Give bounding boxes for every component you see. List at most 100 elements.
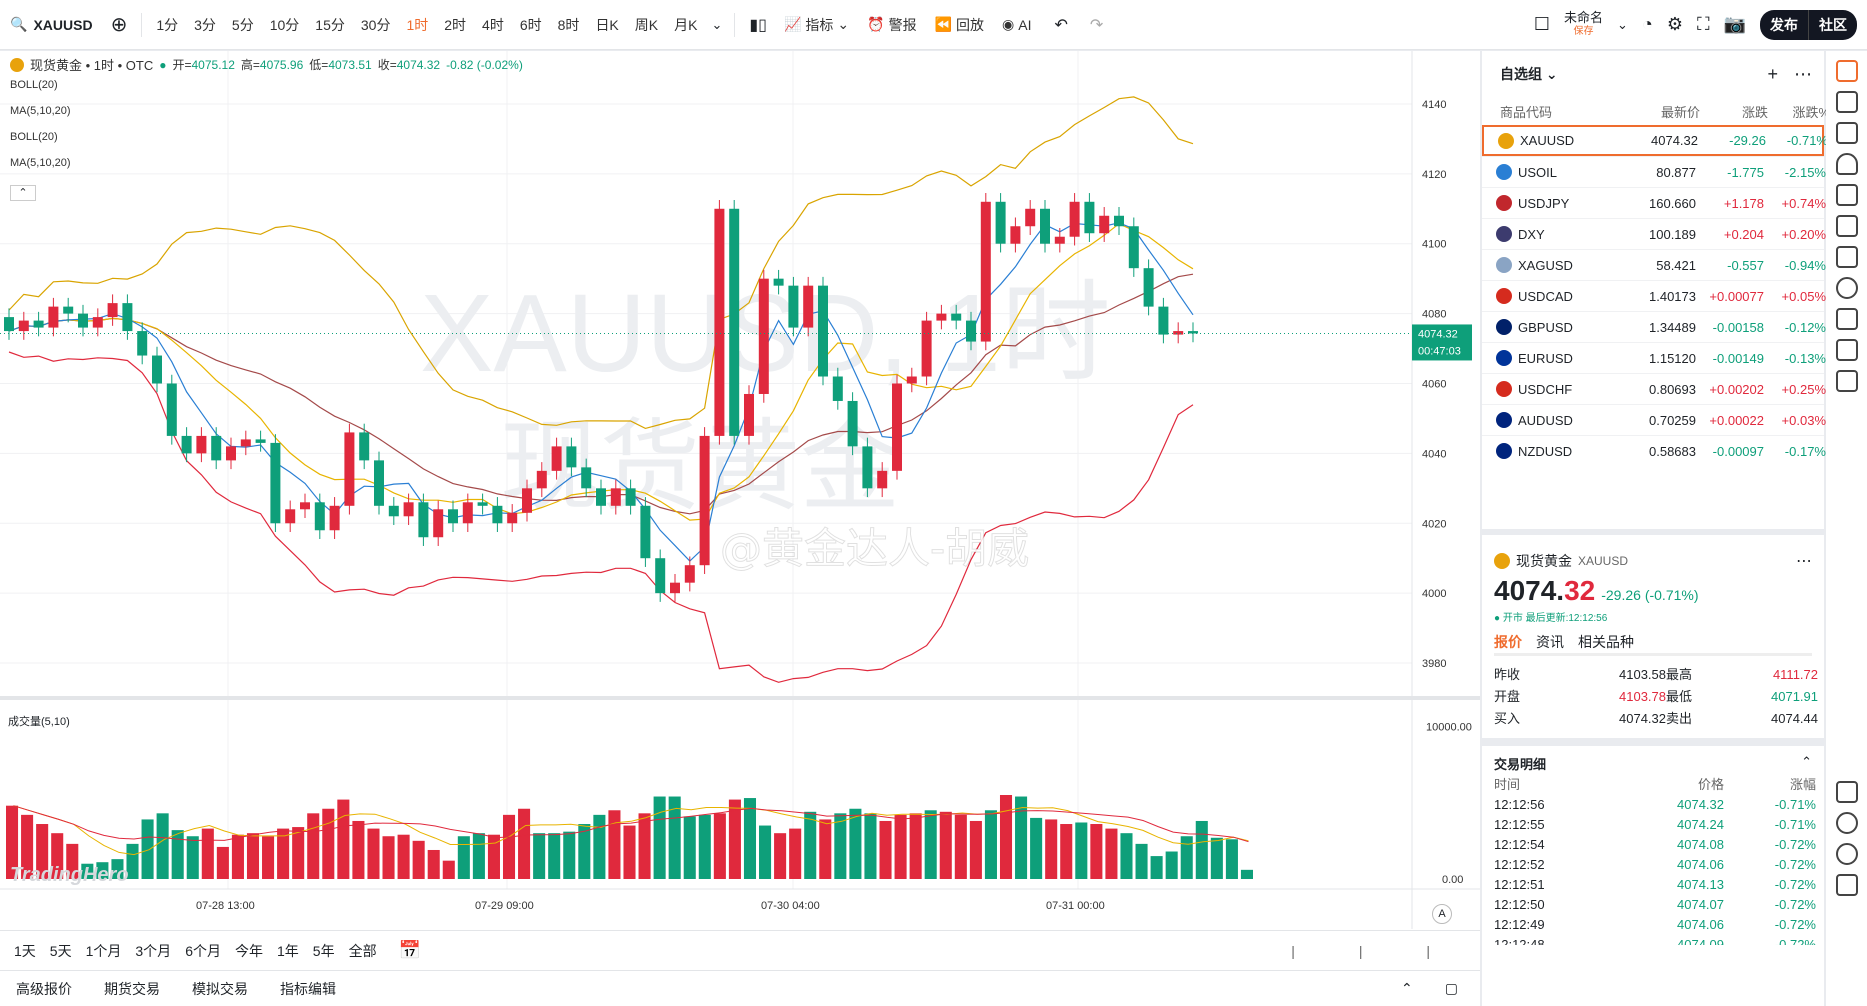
fullscreen-icon[interactable]: ⛶	[1697, 14, 1710, 35]
watchlist-row[interactable]: EURUSD 1.15120 -0.00149 -0.13%	[1482, 342, 1826, 373]
candle[interactable]	[581, 467, 592, 489]
volume-bar[interactable]	[518, 808, 531, 879]
volume-bar[interactable]	[457, 836, 470, 879]
candle[interactable]	[181, 435, 192, 454]
volume-bar[interactable]	[231, 834, 244, 879]
candle[interactable]	[1025, 208, 1036, 227]
candle[interactable]	[359, 432, 370, 461]
volume-bar[interactable]	[322, 808, 335, 879]
symbol-search[interactable]: 🔍 XAUUSD	[0, 16, 103, 33]
replay-button[interactable]: ⏪ 回放	[926, 15, 993, 35]
candle[interactable]	[374, 460, 384, 506]
candle[interactable]	[1069, 201, 1080, 237]
candle[interactable]	[433, 509, 444, 538]
candle[interactable]	[832, 376, 843, 401]
chevron-down-icon[interactable]: ⌄	[1617, 17, 1628, 33]
bottom-tab[interactable]: 指标编辑	[280, 979, 336, 999]
watchlist-row[interactable]: AUDUSD 0.70259 +0.00022 +0.03%	[1482, 404, 1826, 435]
more-icon[interactable]: ⋯	[1796, 551, 1812, 571]
candle[interactable]	[610, 488, 621, 506]
volume-bar[interactable]	[789, 828, 802, 879]
redo-icon[interactable]: ↷	[1082, 15, 1111, 35]
watchlist-row[interactable]: USDJPY 160.660 +1.178 +0.74%	[1482, 187, 1826, 218]
volume-bar[interactable]	[1180, 836, 1193, 879]
range-option[interactable]: 6个月	[185, 941, 221, 961]
volume-bar[interactable]	[1030, 817, 1043, 879]
candle[interactable]	[788, 285, 799, 328]
indicator-label[interactable]: BOLL(20)	[10, 79, 58, 91]
chart-line-icon[interactable]	[1835, 370, 1858, 392]
volume-bar[interactable]	[894, 814, 907, 879]
candle[interactable]	[418, 502, 429, 538]
volume-bar[interactable]	[307, 813, 320, 879]
candle[interactable]	[758, 278, 769, 394]
candle[interactable]	[522, 488, 532, 513]
candle[interactable]	[625, 488, 636, 506]
volume-bar[interactable]	[201, 828, 214, 879]
bell-icon[interactable]	[1835, 153, 1858, 175]
candle[interactable]	[122, 303, 133, 332]
candle[interactable]	[1040, 208, 1050, 244]
candle[interactable]	[329, 505, 340, 531]
chevron-down-icon[interactable]: ⌄	[705, 17, 728, 33]
candle[interactable]	[226, 446, 236, 461]
volume-bar[interactable]	[1060, 824, 1073, 879]
volume-bar[interactable]	[593, 814, 606, 879]
candle[interactable]	[847, 400, 858, 447]
camera-icon[interactable]: 📷	[1724, 14, 1746, 35]
help-icon[interactable]	[1835, 843, 1858, 865]
candle[interactable]	[803, 285, 814, 328]
volume-bar[interactable]	[954, 814, 967, 879]
volume-bar[interactable]	[999, 795, 1013, 879]
candle[interactable]	[1173, 331, 1184, 335]
timeframe-5[interactable]: 30分	[353, 15, 399, 35]
volume-bar[interactable]	[1090, 824, 1103, 879]
candle[interactable]	[403, 502, 414, 517]
candle[interactable]	[536, 470, 547, 489]
watchlist-row[interactable]: USDCAD 1.40173 +0.00077 +0.05%	[1482, 280, 1826, 311]
timeframe-4[interactable]: 15分	[307, 15, 353, 35]
candle[interactable]	[63, 306, 74, 314]
timeframe-2[interactable]: 5分	[224, 15, 262, 35]
watchlist-title[interactable]: 自选组 ⌄	[1500, 64, 1558, 84]
volume-bar[interactable]	[533, 833, 546, 879]
calendar-icon[interactable]	[1835, 122, 1858, 144]
candle[interactable]	[240, 439, 251, 447]
candle[interactable]	[655, 558, 666, 594]
table-icon[interactable]	[1835, 339, 1858, 361]
range-option[interactable]: 今年	[235, 941, 263, 961]
volume-bar[interactable]	[502, 814, 516, 879]
detail-tab[interactable]: 资讯	[1536, 632, 1564, 653]
candle[interactable]	[255, 439, 266, 443]
more-tools-icon[interactable]	[1835, 874, 1858, 896]
volume-bar[interactable]	[984, 810, 997, 879]
candle[interactable]	[388, 505, 399, 517]
candle[interactable]	[448, 509, 458, 524]
community-button[interactable]: 社区	[1808, 9, 1857, 40]
candle[interactable]	[892, 383, 902, 471]
volume-bar[interactable]	[352, 820, 365, 879]
candle[interactable]	[714, 208, 725, 436]
volume-bar[interactable]	[171, 830, 184, 879]
watchlist-row[interactable]: NZDUSD 0.58683 -0.00097 -0.17%	[1482, 435, 1826, 466]
volume-bar[interactable]	[834, 813, 847, 879]
watchlist-row[interactable]: USDCHF 0.80693 +0.00202 +0.25%	[1482, 373, 1826, 404]
volume-bar[interactable]	[1150, 856, 1163, 879]
candle[interactable]	[477, 502, 488, 506]
candle[interactable]	[980, 201, 991, 342]
candle[interactable]	[551, 446, 562, 471]
plus-icon[interactable]: +	[1767, 64, 1778, 85]
volume-bar[interactable]	[653, 796, 666, 879]
candle[interactable]	[684, 565, 695, 583]
candle[interactable]	[285, 509, 296, 524]
chevron-up-icon[interactable]: ⌃	[1801, 754, 1812, 773]
candle[interactable]	[211, 435, 222, 461]
volume-bar[interactable]	[743, 798, 757, 879]
candle[interactable]	[906, 376, 917, 384]
volume-bar[interactable]	[141, 819, 154, 879]
range-option[interactable]: 1年	[277, 941, 299, 961]
candle[interactable]	[137, 331, 148, 356]
candle[interactable]	[877, 470, 888, 489]
alert-button[interactable]: ⏰ 警报	[858, 15, 925, 35]
candle[interactable]	[507, 512, 518, 524]
